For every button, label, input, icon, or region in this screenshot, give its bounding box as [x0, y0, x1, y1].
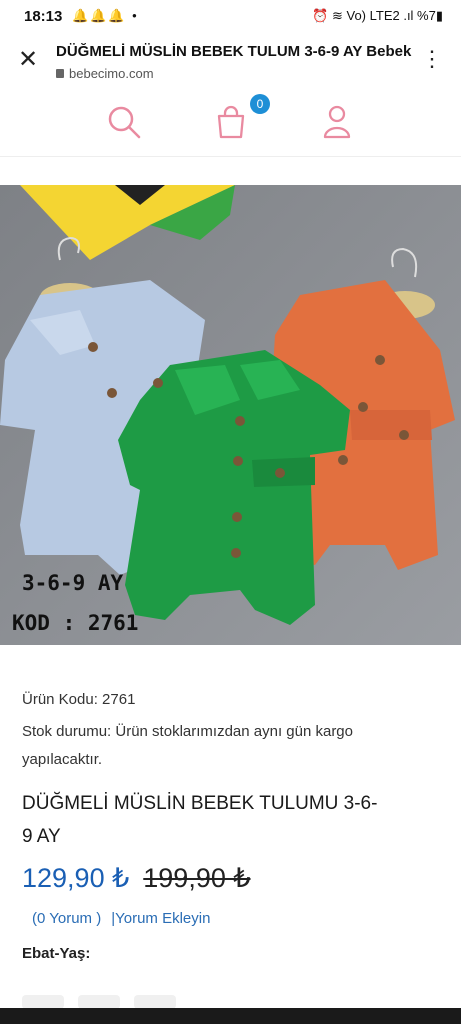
lock-icon — [56, 69, 64, 78]
review-count-link[interactable]: (0 Yorum ) — [32, 910, 101, 927]
cart-count-badge: 0 — [250, 94, 270, 114]
size-option[interactable] — [78, 995, 120, 1009]
status-indicators: ⏰ ≋ Vo) LTE2 .ıl %7▮ — [312, 8, 443, 23]
size-option[interactable] — [22, 995, 64, 1009]
size-options — [22, 995, 176, 1009]
size-label: Ebat-Yaş: — [22, 945, 91, 962]
close-icon[interactable]: ✕ — [14, 46, 42, 74]
page-title: DÜĞMELİ MÜSLİN BEBEK TULUM 3-6-9 AY Bebe… — [56, 43, 412, 60]
image-code-text: KOD : 2761 — [12, 611, 138, 635]
search-icon[interactable] — [107, 104, 141, 140]
stock-status-line-1: Stok durumu: Ürün stoklarımızdan aynı gü… — [22, 723, 353, 740]
product-image[interactable]: 3-6-9 AY KOD : 2761 — [0, 185, 461, 645]
product-info: Ürün Kodu: 2761 Stok durumu: Ürün stokla… — [22, 686, 442, 962]
cart-icon[interactable] — [214, 104, 248, 140]
add-review-link[interactable]: |Yorum Ekleyin — [111, 910, 210, 927]
system-navigation-bar — [0, 1008, 461, 1024]
site-header-icons — [0, 90, 461, 157]
status-time: 18:13 — [24, 8, 63, 25]
product-photo: 3-6-9 AY KOD : 2761 — [0, 185, 461, 645]
image-size-text: 3-6-9 AY — [22, 571, 124, 595]
page-domain: bebecimo.com — [56, 66, 154, 81]
status-bar: 18:13 🔔🔔🔔 • ⏰ ≋ Vo) LTE2 .ıl %7▮ — [0, 0, 461, 34]
notification-icons: 🔔🔔🔔 • — [72, 8, 139, 23]
custom-tab-toolbar: ✕ DÜĞMELİ MÜSLİN BEBEK TULUM 3-6-9 AY Be… — [0, 34, 461, 91]
reviews-row: (0 Yorum ) |Yorum Ekleyin — [22, 910, 442, 927]
current-price: 129,90 ₺ — [22, 863, 130, 893]
product-title: DÜĞMELİ MÜSLİN BEBEK TULUMU 3-6- 9 AY — [22, 787, 442, 853]
price-row: 129,90 ₺ 199,90 ₺ — [22, 863, 442, 894]
product-title-line-1: DÜĞMELİ MÜSLİN BEBEK TULUMU 3-6- — [22, 793, 378, 814]
stock-status-line-2: yapılacaktır. — [22, 751, 103, 768]
domain-text: bebecimo.com — [69, 66, 154, 81]
more-options-icon[interactable]: ⋮ — [421, 48, 443, 70]
product-code: Ürün Kodu: 2761 — [22, 691, 136, 708]
old-price: 199,90 ₺ — [143, 863, 251, 893]
product-title-line-2: 9 AY — [22, 826, 61, 847]
user-icon[interactable] — [320, 104, 354, 140]
size-option[interactable] — [134, 995, 176, 1009]
